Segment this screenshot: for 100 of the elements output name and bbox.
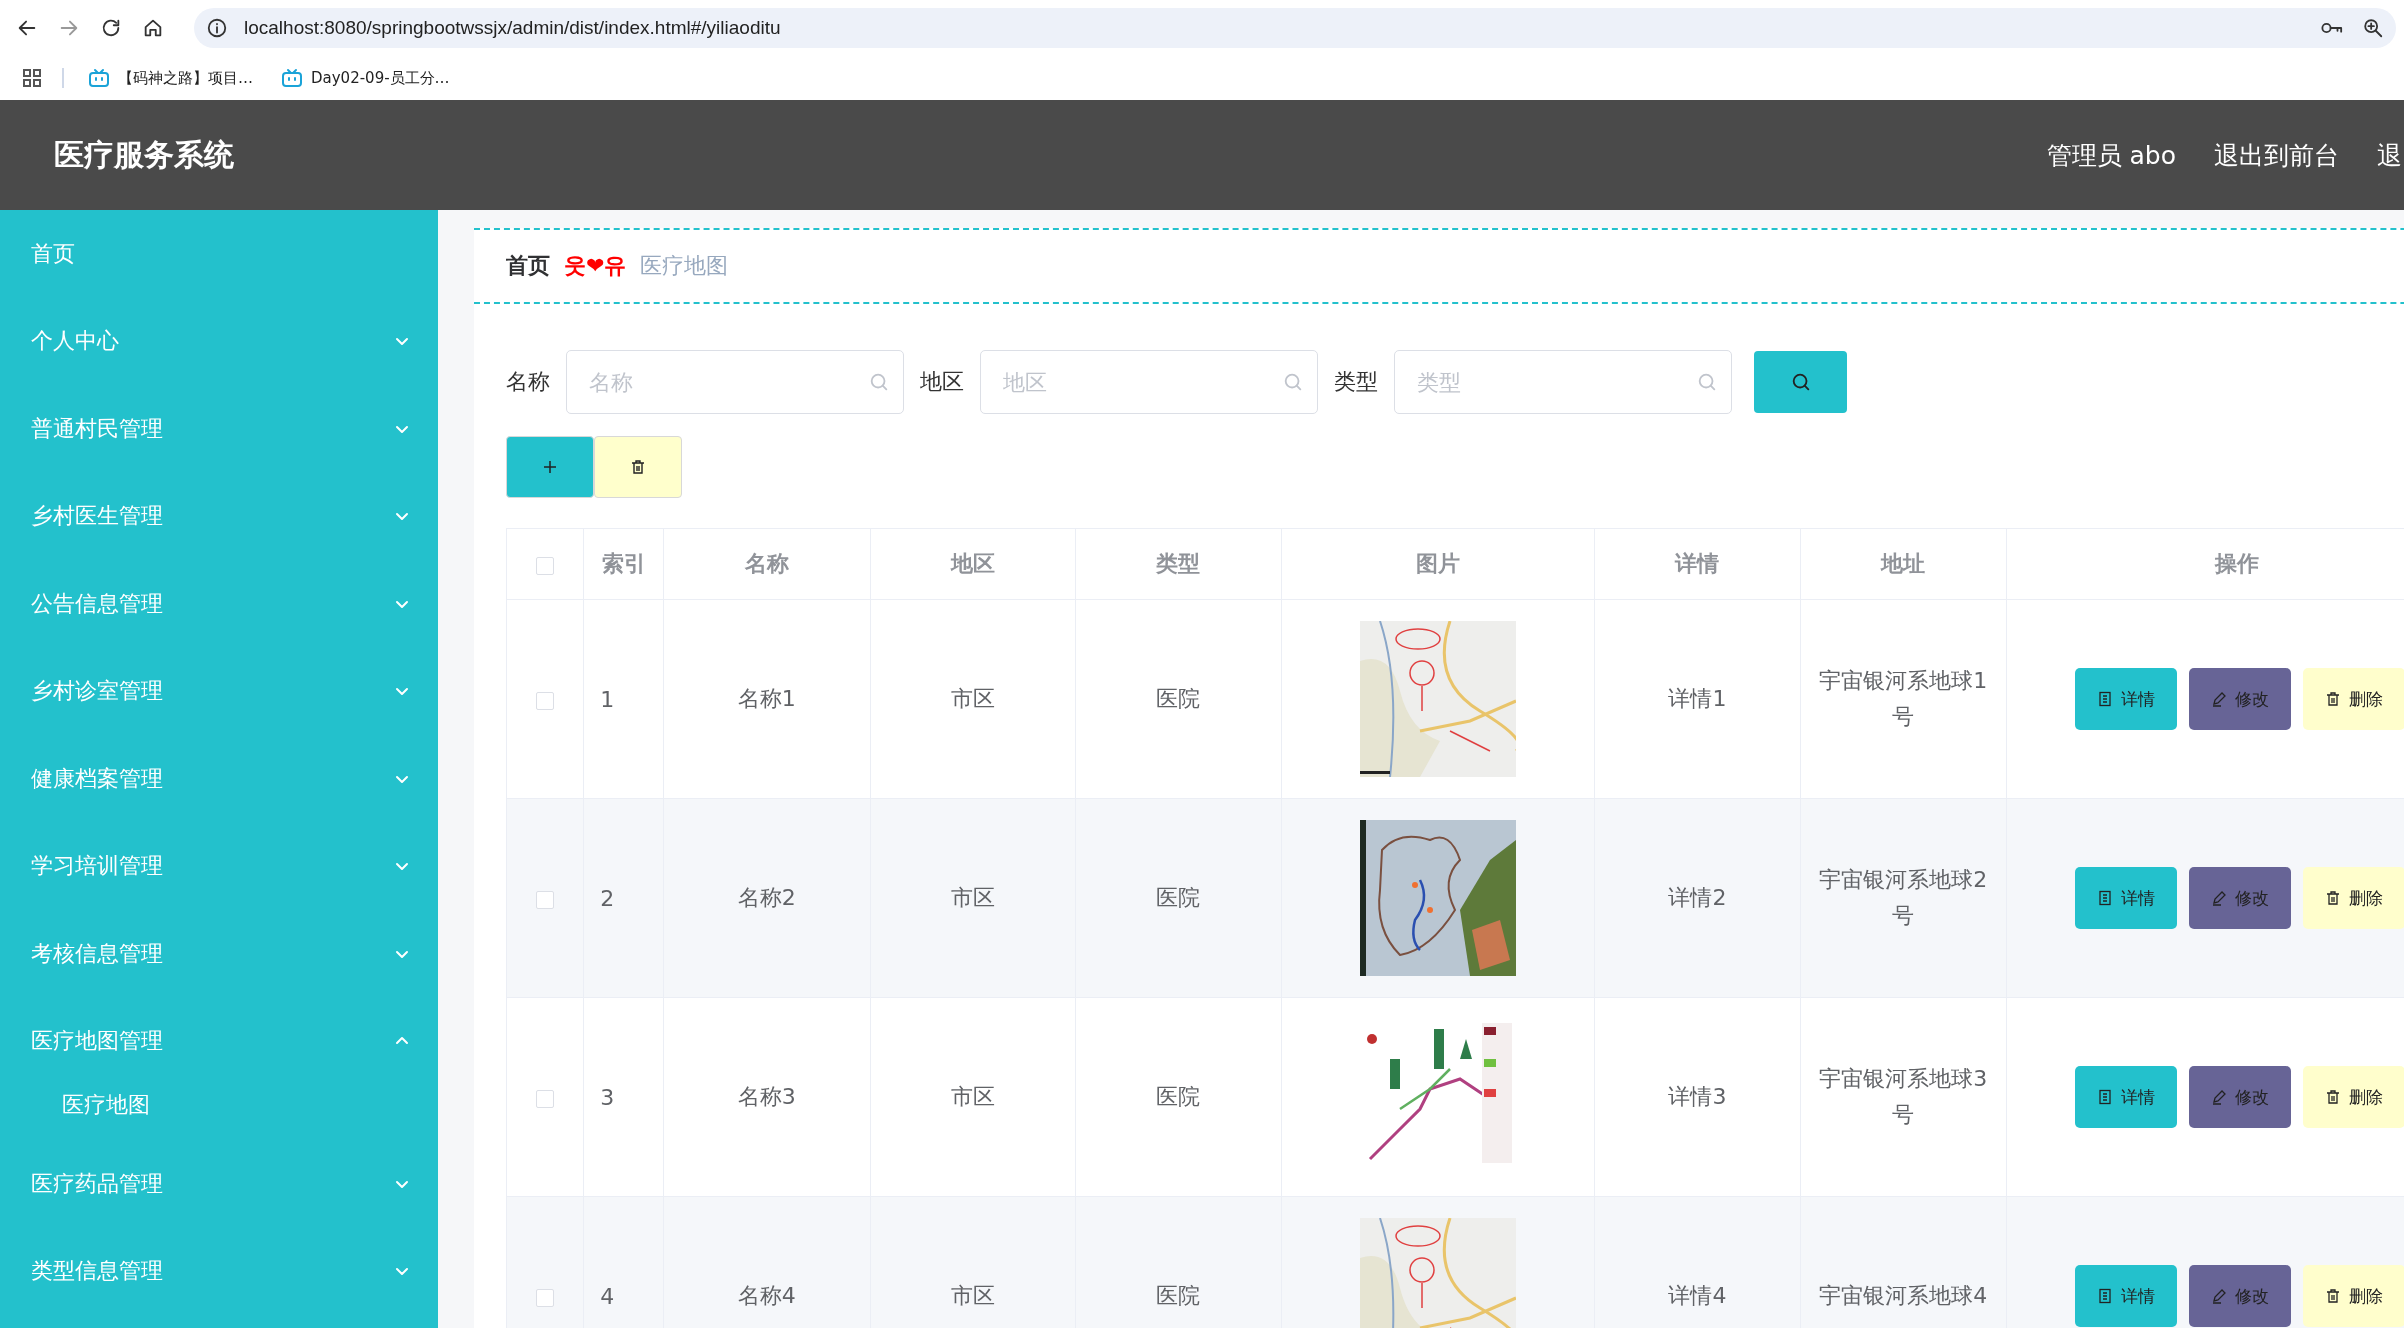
column-header: 操作 (2215, 551, 2260, 576)
table-cell: 详情1 (1668, 686, 1727, 711)
search-field[interactable]: 类型 (1394, 350, 1732, 414)
table-cell: 名称3 (737, 1084, 796, 1109)
breadcrumb-current: 医疗地图 (640, 252, 729, 280)
sidebar-item[interactable]: 健康档案管理 (0, 735, 438, 823)
table-cell: 详情2 (1668, 885, 1727, 910)
search-field[interactable]: 名称 (566, 350, 904, 414)
info-icon (206, 17, 228, 39)
column-header: 地址 (1881, 551, 1926, 576)
checkbox[interactable] (536, 556, 555, 575)
delete-button[interactable] (594, 436, 682, 498)
table-cell: 4 (600, 1283, 615, 1309)
trash-icon (630, 459, 646, 475)
field-label: 地区 (920, 368, 964, 396)
search-button[interactable] (1754, 351, 1847, 413)
search-icon (868, 371, 890, 393)
edit-button[interactable]: 修改 (2188, 1066, 2291, 1128)
sidebar-item[interactable]: 首页 (0, 210, 438, 298)
header-link[interactable]: 管理员 abo (2046, 138, 2176, 172)
table-cell: 2 (600, 885, 615, 911)
header-link[interactable]: 退出到前台 (2214, 138, 2339, 172)
sidebar-item[interactable]: 公告信息管理 (0, 560, 438, 648)
bookmark[interactable]: Day02-09-员工分… (277, 66, 454, 90)
checkbox[interactable] (536, 1288, 555, 1307)
document-icon (2096, 890, 2113, 906)
sidebar-item[interactable]: 乡村诊室管理 (0, 647, 438, 735)
apps-icon[interactable] (22, 68, 42, 88)
pencil-icon (2210, 1288, 2227, 1304)
delete-button[interactable]: 删除 (2302, 1265, 2404, 1327)
edit-button[interactable]: 修改 (2188, 668, 2291, 730)
table-cell: 市区 (950, 885, 995, 910)
document-icon (2096, 691, 2113, 707)
bookmark[interactable]: 【码神之路】项目… (84, 66, 257, 90)
tv-icon (281, 68, 303, 88)
checkbox[interactable] (536, 890, 555, 909)
checkbox[interactable] (536, 691, 555, 710)
sidebar-item[interactable]: 个人中心 (0, 297, 438, 385)
column-header: 地区 (950, 551, 995, 576)
details-button[interactable]: 详情 (2074, 1265, 2177, 1327)
table-cell: 医院 (1156, 686, 1201, 711)
edit-button[interactable]: 修改 (2188, 867, 2291, 929)
sidebar-item[interactable]: 医疗药品管理 (0, 1140, 438, 1228)
home-icon[interactable] (142, 17, 164, 39)
field-label: 类型 (1334, 368, 1378, 396)
trash-icon (2324, 691, 2341, 707)
add-button[interactable] (506, 436, 594, 498)
pencil-icon (2210, 1089, 2227, 1105)
delete-button[interactable]: 删除 (2302, 668, 2404, 730)
table-cell: 市区 (950, 1084, 995, 1109)
app-title: 医疗服务系统 (54, 135, 234, 174)
sidebar-item[interactable]: 普通村民管理 (0, 385, 438, 473)
table-cell: 名称2 (737, 885, 796, 910)
delete-button[interactable]: 删除 (2302, 867, 2404, 929)
table-cell: 名称1 (737, 686, 796, 711)
table-cell: 名称4 (737, 1283, 796, 1308)
column-header: 类型 (1156, 551, 1201, 576)
table-cell: 医院 (1156, 1084, 1201, 1109)
address-bar[interactable]: localhost:8080/springbootwssjx/admin/dist/index.html#/yiliaoditu (194, 8, 2396, 48)
column-header: 名称 (744, 551, 789, 576)
table-cell: 详情3 (1668, 1084, 1727, 1109)
reload-icon[interactable] (100, 17, 122, 39)
tv-icon (88, 68, 110, 88)
breadcrumb-link[interactable]: 首页 (506, 251, 550, 281)
plus-icon (542, 459, 558, 475)
sidebar-item[interactable]: 学习培训管理 (0, 822, 438, 910)
field-label: 名称 (506, 368, 550, 396)
table-cell: 3 (600, 1084, 615, 1110)
details-button[interactable]: 详情 (2074, 1066, 2177, 1128)
table-cell-text: 宇宙银河系地球1号 (1818, 667, 1989, 731)
table-cell-text: 宇宙银河系地球4 (1818, 1282, 1989, 1310)
table-cell: 医院 (1156, 885, 1201, 910)
delete-button[interactable]: 删除 (2302, 1066, 2404, 1128)
search-icon (1282, 371, 1304, 393)
table-cell-text: 宇宙银河系地球3号 (1818, 1065, 1989, 1129)
breadcrumb-separator: 웃❤유 (564, 252, 627, 280)
table-cell: 详情4 (1668, 1283, 1727, 1308)
url-text: localhost:8080/springbootwssjx/admin/dist/index.html#/yiliaoditu (244, 17, 781, 39)
header-link[interactable]: 退 (2377, 138, 2402, 172)
search-icon (1696, 371, 1718, 393)
table-cell: 市区 (950, 1283, 995, 1308)
table-cell: 市区 (950, 686, 995, 711)
trash-icon (2324, 890, 2341, 906)
document-icon (2096, 1089, 2113, 1105)
sidebar-item[interactable]: 乡村医生管理 (0, 472, 438, 560)
column-header: 详情 (1675, 551, 1720, 576)
trash-icon (2324, 1089, 2341, 1105)
column-header: 索引 (601, 551, 646, 576)
sidebar-item[interactable]: 考核信息管理 (0, 910, 438, 998)
table-cell-text: 宇宙银河系地球2号 (1818, 866, 1989, 930)
details-button[interactable]: 详情 (2074, 867, 2177, 929)
trash-icon (2324, 1288, 2341, 1304)
sidebar-item[interactable]: 类型信息管理 (0, 1227, 438, 1315)
search-field[interactable]: 地区 (980, 350, 1318, 414)
table-cell: 医院 (1156, 1283, 1201, 1308)
checkbox[interactable] (536, 1089, 555, 1108)
edit-button[interactable]: 修改 (2188, 1265, 2291, 1327)
details-button[interactable]: 详情 (2074, 668, 2177, 730)
zoom-icon[interactable] (2362, 17, 2384, 39)
column-header: 图片 (1415, 551, 1460, 576)
